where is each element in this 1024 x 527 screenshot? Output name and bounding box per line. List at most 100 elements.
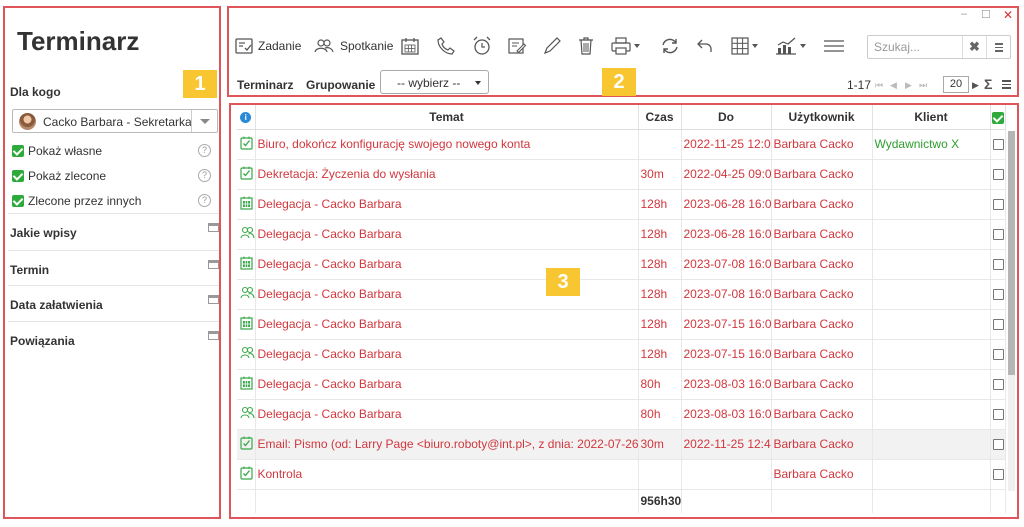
checkbox-checked-icon[interactable]: [12, 145, 24, 157]
print-button[interactable]: [611, 34, 640, 58]
info-column-header[interactable]: i: [237, 105, 256, 130]
cell-klient[interactable]: [872, 249, 991, 280]
column-header-czas[interactable]: Czas: [638, 105, 682, 130]
column-header-temat[interactable]: Temat: [255, 105, 639, 130]
cell-klient[interactable]: [872, 159, 991, 190]
cell-temat[interactable]: Delegacja - Cacko Barbara: [255, 339, 639, 370]
grouping-select[interactable]: -- wybierz --: [380, 70, 489, 94]
row-checkbox[interactable]: [993, 319, 1004, 331]
table-row[interactable]: Email: Pismo (od: Larry Page <biuro.robo…: [237, 429, 1006, 460]
edit-button[interactable]: [543, 34, 561, 58]
chart-button[interactable]: [775, 34, 806, 58]
row-checkbox-cell[interactable]: [990, 339, 1006, 370]
list-options-icon[interactable]: [1002, 80, 1011, 89]
user-select[interactable]: Cacko Barbara - Sekretarka: [12, 109, 218, 133]
checkbox-pokaz-wlasne[interactable]: Pokaż własne: [12, 143, 102, 159]
table-row[interactable]: Delegacja - Cacko Barbara 128h 2023-07-08 …: [237, 279, 1006, 310]
table-row[interactable]: Delegacja - Cacko Barbara 128h 2023-07-15 …: [237, 339, 1006, 370]
section-termin[interactable]: Termin: [8, 250, 219, 286]
table-row[interactable]: Delegacja - Cacko Barbara 128h 2023-07-15 …: [237, 309, 1006, 340]
next-page-icon[interactable]: ▶: [905, 80, 912, 91]
row-checkbox[interactable]: [993, 229, 1004, 241]
row-checkbox[interactable]: [993, 259, 1004, 271]
row-checkbox[interactable]: [993, 439, 1004, 451]
table-row[interactable]: Delegacja - Cacko Barbara 80h 2023-08-03 1…: [237, 369, 1006, 400]
row-checkbox[interactable]: [993, 379, 1004, 391]
row-checkbox[interactable]: [993, 289, 1004, 301]
cell-temat[interactable]: Biuro, dokończ konfigurację swojego nowe…: [255, 129, 639, 160]
row-checkbox[interactable]: [993, 139, 1004, 151]
checkbox-zlecone-przez-innych[interactable]: Zlecone przez innych: [12, 193, 141, 209]
new-task-button[interactable]: Zadanie: [235, 34, 301, 58]
cell-temat[interactable]: Dekretacja: Życzenia do wysłania: [255, 159, 639, 190]
row-checkbox-cell[interactable]: [990, 279, 1006, 310]
cell-klient[interactable]: [872, 369, 991, 400]
row-checkbox[interactable]: [993, 169, 1004, 181]
phone-button[interactable]: [437, 34, 455, 58]
section-data-zalatwienia[interactable]: Data załatwienia: [8, 285, 219, 321]
help-icon[interactable]: ?: [198, 169, 211, 182]
minimize-icon[interactable]: –: [961, 8, 967, 20]
undo-button[interactable]: [696, 34, 714, 58]
row-checkbox[interactable]: [993, 199, 1004, 211]
cell-klient[interactable]: [872, 279, 991, 310]
checkbox-checked-icon[interactable]: [12, 170, 24, 182]
row-checkbox[interactable]: [993, 409, 1004, 421]
last-page-icon[interactable]: ⏭: [919, 80, 927, 91]
new-meeting-button[interactable]: Spotkanie: [313, 34, 393, 58]
window-icon[interactable]: [208, 331, 219, 340]
row-checkbox-cell[interactable]: [990, 159, 1006, 190]
row-checkbox-cell[interactable]: [990, 369, 1006, 400]
window-icon[interactable]: [208, 295, 219, 304]
clear-search-icon[interactable]: ✖: [962, 36, 986, 58]
cell-temat[interactable]: Delegacja - Cacko Barbara: [255, 309, 639, 340]
row-checkbox-cell[interactable]: [990, 429, 1006, 460]
chevron-down-icon[interactable]: [191, 110, 217, 132]
cell-klient[interactable]: [872, 339, 991, 370]
cell-temat[interactable]: Delegacja - Cacko Barbara: [255, 279, 639, 310]
search-options-icon[interactable]: [986, 36, 1010, 58]
row-checkbox-cell[interactable]: [990, 129, 1006, 160]
window-icon[interactable]: [208, 223, 219, 232]
close-icon[interactable]: ✕: [1003, 8, 1013, 22]
window-icon[interactable]: [208, 260, 219, 269]
delete-button[interactable]: [578, 34, 594, 58]
row-checkbox-cell[interactable]: [990, 189, 1006, 220]
checkbox-checked-icon[interactable]: [991, 111, 1004, 124]
go-page-icon[interactable]: ▶: [972, 80, 979, 91]
table-row[interactable]: Dekretacja: Życzenia do wysłania 30m 2022-…: [237, 159, 1006, 190]
row-checkbox[interactable]: [993, 469, 1004, 481]
row-checkbox-cell[interactable]: [990, 459, 1006, 490]
cell-temat[interactable]: Delegacja - Cacko Barbara: [255, 219, 639, 250]
row-checkbox-cell[interactable]: [990, 249, 1006, 280]
section-powiazania[interactable]: Powiązania: [8, 321, 219, 357]
row-checkbox-cell[interactable]: [990, 309, 1006, 340]
table-row[interactable]: Delegacja - Cacko Barbara 80h 2023-08-03 1…: [237, 399, 1006, 430]
note-button[interactable]: [508, 34, 526, 58]
column-header-do[interactable]: Do: [681, 105, 772, 130]
column-header-klient[interactable]: Klient: [872, 105, 991, 130]
column-header-uzytkownik[interactable]: Użytkownik: [771, 105, 873, 130]
table-row[interactable]: Delegacja - Cacko Barbara 128h 2023-06-28 …: [237, 219, 1006, 250]
table-row[interactable]: Biuro, dokończ konfigurację swojego nowe…: [237, 129, 1006, 160]
row-checkbox-cell[interactable]: [990, 219, 1006, 250]
cell-klient[interactable]: [872, 459, 991, 490]
row-checkbox[interactable]: [993, 349, 1004, 361]
prev-page-icon[interactable]: ◀: [890, 80, 897, 91]
help-icon[interactable]: ?: [198, 144, 211, 157]
row-checkbox-cell[interactable]: [990, 399, 1006, 430]
maximize-icon[interactable]: ☐: [981, 8, 991, 21]
table-row[interactable]: Delegacja - Cacko Barbara 128h 2023-06-28 …: [237, 189, 1006, 220]
cell-klient[interactable]: [872, 309, 991, 340]
cell-temat[interactable]: Kontrola: [255, 459, 639, 490]
page-size-input[interactable]: 20: [943, 76, 969, 93]
menu-button[interactable]: [823, 34, 845, 58]
cell-temat[interactable]: Delegacja - Cacko Barbara: [255, 249, 639, 280]
cell-temat[interactable]: Email: Pismo (od: Larry Page <biuro.robo…: [255, 429, 639, 460]
cell-klient[interactable]: Wydawnictwo X: [872, 129, 991, 160]
table-row[interactable]: Kontrola Barbara Cacko: [237, 459, 1006, 490]
terminarz-view-tab[interactable]: Terminarz: [237, 78, 293, 92]
cell-klient[interactable]: [872, 399, 991, 430]
cell-temat[interactable]: Delegacja - Cacko Barbara: [255, 399, 639, 430]
cell-klient[interactable]: [872, 219, 991, 250]
